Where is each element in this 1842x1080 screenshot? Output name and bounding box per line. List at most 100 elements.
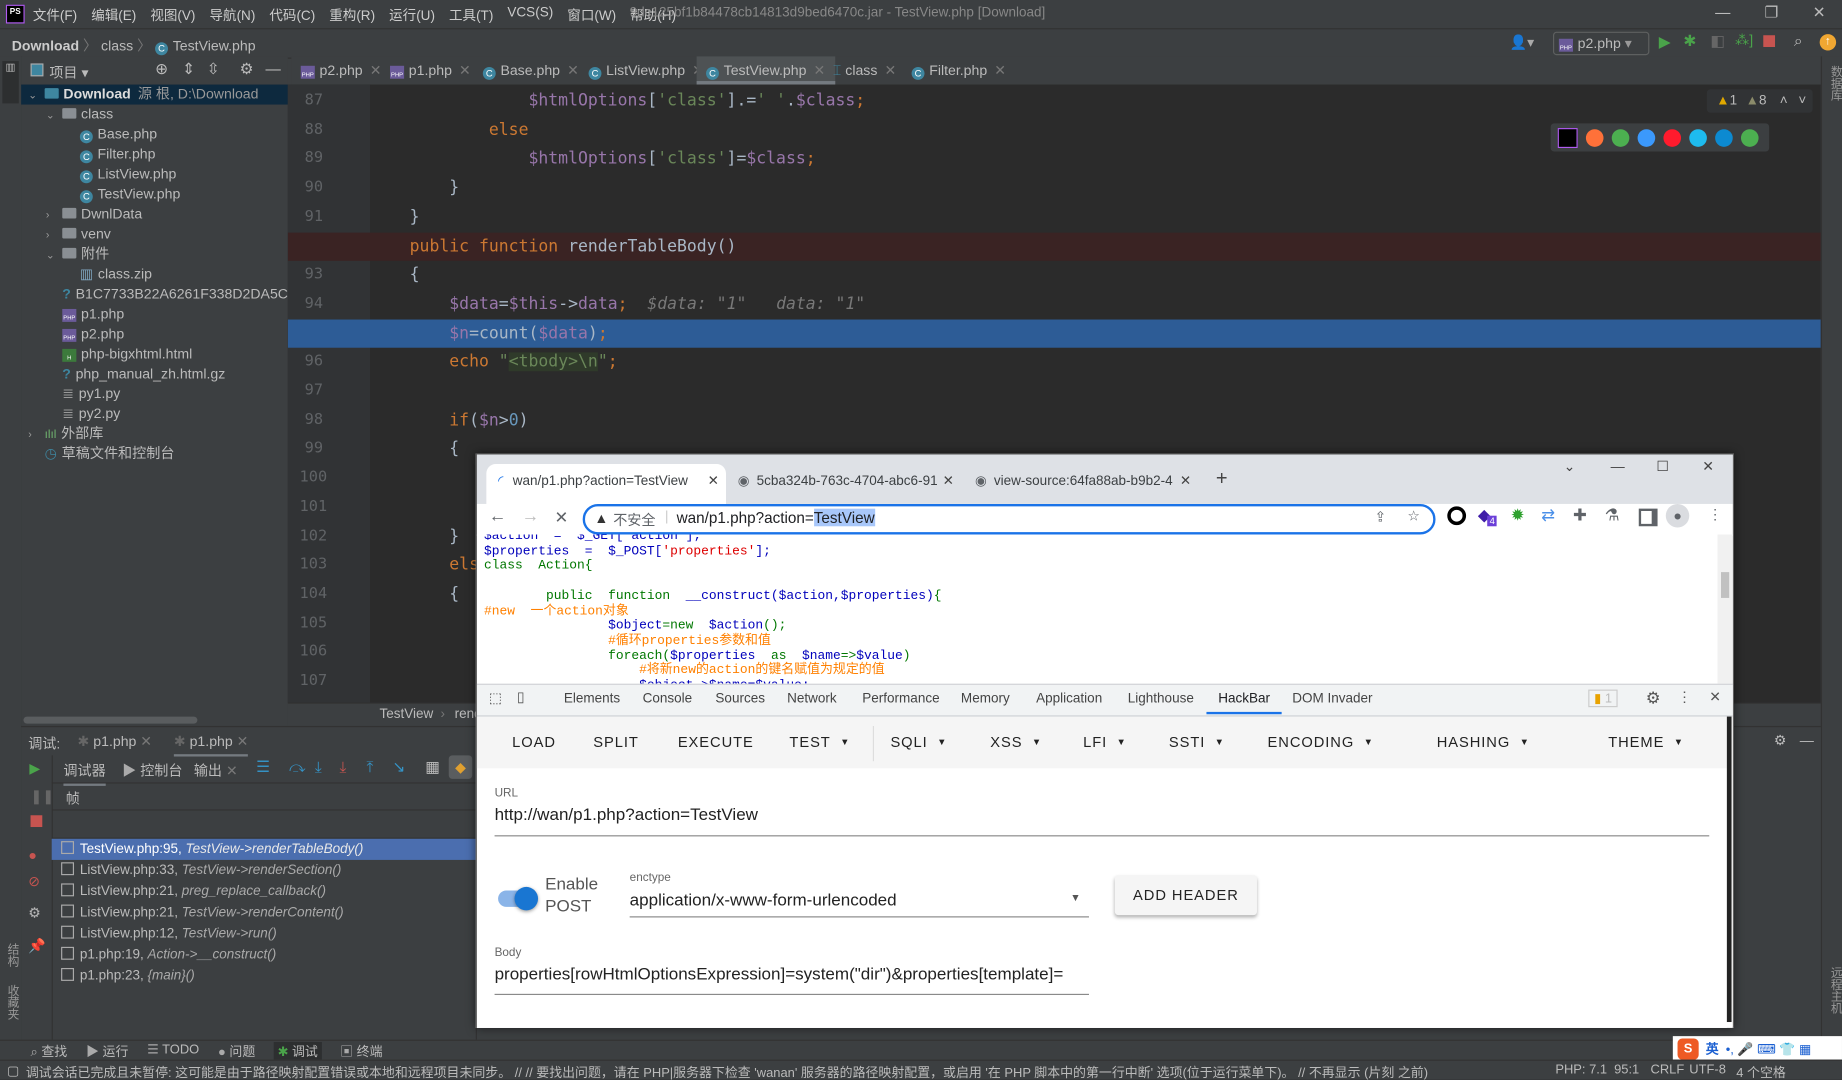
breadcrumb-item[interactable]: TestView.php: [173, 38, 256, 54]
remote-host-tool-button[interactable]: 远程主机: [1826, 967, 1842, 1014]
firefox-icon[interactable]: [1585, 128, 1604, 147]
code-line[interactable]: [370, 377, 1821, 406]
devtools-tab-dom-invader[interactable]: DOM Invader: [1292, 692, 1372, 706]
line-number[interactable]: 101: [300, 498, 328, 516]
menu-item[interactable]: 窗口(W): [567, 6, 616, 25]
devtools-tab-hackbar[interactable]: HackBar: [1206, 692, 1282, 715]
tab-output[interactable]: 输出 ✕: [194, 760, 238, 780]
ime-toolbar[interactable]: S 英 •, 🎤 ⌨ 👕 ▦: [1672, 1036, 1842, 1062]
bug-extension-icon[interactable]: ✹: [1511, 505, 1525, 525]
split-button[interactable]: SPLIT: [593, 734, 639, 750]
line-number[interactable]: 89: [300, 150, 323, 168]
favorites-tool-button[interactable]: 收藏夹: [2, 984, 20, 1019]
code-line[interactable]: public function renderTableBody(): [287, 232, 1821, 262]
line-number[interactable]: 100: [300, 469, 328, 487]
line-number[interactable]: 96: [300, 353, 323, 371]
devtools-tab-memory[interactable]: Memory: [961, 692, 1010, 706]
tree-item[interactable]: ? php_manual_zh.html.gz: [21, 364, 288, 384]
stack-frame[interactable]: TestView.php:95, TestView->renderTableBo…: [51, 838, 476, 860]
line-number[interactable]: 104: [300, 585, 328, 603]
project-tool-button[interactable]: ▥: [2, 61, 19, 104]
settings-icon[interactable]: ⚙: [1646, 688, 1661, 708]
close-tab-icon[interactable]: ✕: [884, 62, 896, 78]
mute-breakpoints-icon[interactable]: ⊘: [28, 873, 40, 889]
line-number[interactable]: 105: [300, 614, 328, 632]
chrome-icon[interactable]: [1740, 128, 1759, 147]
database-tool-button[interactable]: 数据库: [1826, 66, 1842, 101]
tree-item[interactable]: ⌄ class: [21, 105, 288, 125]
close-devtools-icon[interactable]: ✕: [1709, 688, 1721, 704]
stack-frame[interactable]: ListView.php:33, TestView->renderSection…: [52, 860, 476, 881]
line-number[interactable]: 102: [300, 527, 328, 545]
chrome-icon[interactable]: [1611, 128, 1630, 147]
extension-ring-icon[interactable]: [1447, 506, 1467, 526]
profile-avatar[interactable]: ●: [1665, 503, 1690, 528]
add-header-button[interactable]: ADD HEADER: [1114, 875, 1257, 916]
minimize-button[interactable]: —: [1611, 458, 1625, 474]
chevron-down-icon[interactable]: ⌄: [28, 86, 44, 106]
project-view-select[interactable]: 项目 ▾: [49, 62, 88, 82]
back-button[interactable]: ←: [489, 506, 507, 526]
file-encoding[interactable]: UTF-8: [1689, 1063, 1726, 1077]
browser-tab[interactable]: ◉ view-source:64fa88ab-b9b2-4 ✕: [966, 464, 1196, 504]
ie-icon[interactable]: [1689, 128, 1707, 147]
breadcrumb-item[interactable]: TestView: [379, 707, 433, 721]
line-number[interactable]: 87: [300, 92, 323, 110]
forward-button[interactable]: →: [522, 506, 540, 526]
code-line[interactable]: echo "<tbody>\n";: [370, 348, 1821, 377]
chevron-right-icon[interactable]: ›: [28, 425, 44, 445]
devtools-tab-performance[interactable]: Performance: [862, 692, 939, 706]
tab-filter-php[interactable]: C Filter.php ✕: [902, 56, 1015, 84]
gear-icon[interactable]: ⚙: [1774, 732, 1787, 748]
body-input[interactable]: properties[rowHtmlOptionsExpression]=sys…: [495, 966, 1064, 985]
dropdown-arrow-icon[interactable]: ▼: [1070, 892, 1080, 904]
inspection-widget[interactable]: ▲1 ▲8 ˄ ˅: [1706, 89, 1813, 113]
chrome-menu-icon[interactable]: ⋮: [1708, 506, 1722, 522]
menu-item[interactable]: 运行(U): [389, 6, 435, 25]
maximize-button[interactable]: ☐: [1656, 458, 1669, 474]
tree-item[interactable]: ◷ 草稿文件和控制台: [21, 444, 288, 464]
xss-button[interactable]: XSS ▼: [990, 734, 1042, 750]
menu-item[interactable]: 代码(C): [269, 6, 315, 25]
enable-post-toggle[interactable]: [498, 886, 539, 911]
status-icon[interactable]: ▢: [7, 1063, 19, 1078]
stop-icon[interactable]: [1763, 35, 1776, 47]
tab-class[interactable]: ⌶ class ✕: [823, 56, 905, 84]
step-over-icon[interactable]: ⤼: [289, 758, 305, 777]
tool-window-3[interactable]: ● 问题: [218, 1042, 255, 1061]
menu-item[interactable]: 文件(F): [33, 6, 77, 25]
close-tab-icon[interactable]: ✕: [459, 62, 471, 78]
stack-frame[interactable]: ListView.php:12, TestView->run(): [52, 923, 476, 944]
tree-item[interactable]: Hphp-bigxhtml.html: [21, 344, 288, 364]
tab-console[interactable]: ▶ 控制台: [122, 760, 182, 780]
stack-frame[interactable]: p1.php:19, Action->__construct(): [52, 944, 476, 965]
code-line[interactable]: $data=$this->data; $data: "1" data: "1": [370, 290, 1821, 319]
devtools-tab-sources[interactable]: Sources: [715, 692, 765, 706]
device-toolbar-icon[interactable]: ▯: [517, 688, 525, 704]
devtools-scrollbar[interactable]: [1726, 716, 1732, 1023]
tab-p1-php[interactable]: PHP p1.php ✕: [381, 56, 481, 84]
menu-item[interactable]: VCS(S): [507, 6, 553, 25]
line-separator[interactable]: CRLF: [1651, 1063, 1685, 1077]
tool-window-1[interactable]: ▶ 运行: [86, 1042, 128, 1061]
update-icon[interactable]: ↑: [1819, 34, 1837, 51]
debug-session-tab-active[interactable]: ✱ p1.php ✕: [173, 733, 249, 757]
stop-loading-button[interactable]: ✕: [554, 507, 568, 527]
close-tab-icon[interactable]: ✕: [994, 62, 1006, 78]
status-message[interactable]: 调试会话已完成且未暂停: 这可能是由于路径映射配置错误或本地和远程项目未同步。 …: [26, 1063, 1541, 1080]
ssti-button[interactable]: SSTI ▼: [1169, 734, 1225, 750]
chevron-right-icon[interactable]: ›: [46, 226, 62, 246]
lfi-button[interactable]: LFI ▼: [1083, 734, 1127, 750]
side-panel-icon[interactable]: [1638, 508, 1658, 527]
evaluate-expression-icon[interactable]: ▦: [425, 758, 439, 777]
search-icon[interactable]: ⌕: [1794, 32, 1803, 51]
resume-icon[interactable]: ▶: [29, 760, 40, 776]
code-line[interactable]: $htmlOptions['class'].=' '.$class;: [370, 87, 1821, 116]
devtools-tab-console[interactable]: Console: [643, 692, 693, 706]
tree-item[interactable]: PHP p2.php: [21, 324, 288, 344]
listen-debug-icon[interactable]: ⁂]: [1735, 32, 1753, 48]
tree-item[interactable]: ▥ class.zip: [21, 264, 288, 284]
stack-frame[interactable]: ListView.php:21, preg_replace_callback(): [52, 881, 476, 902]
opera-icon[interactable]: [1663, 128, 1682, 147]
execute-button[interactable]: EXECUTE: [678, 734, 754, 750]
